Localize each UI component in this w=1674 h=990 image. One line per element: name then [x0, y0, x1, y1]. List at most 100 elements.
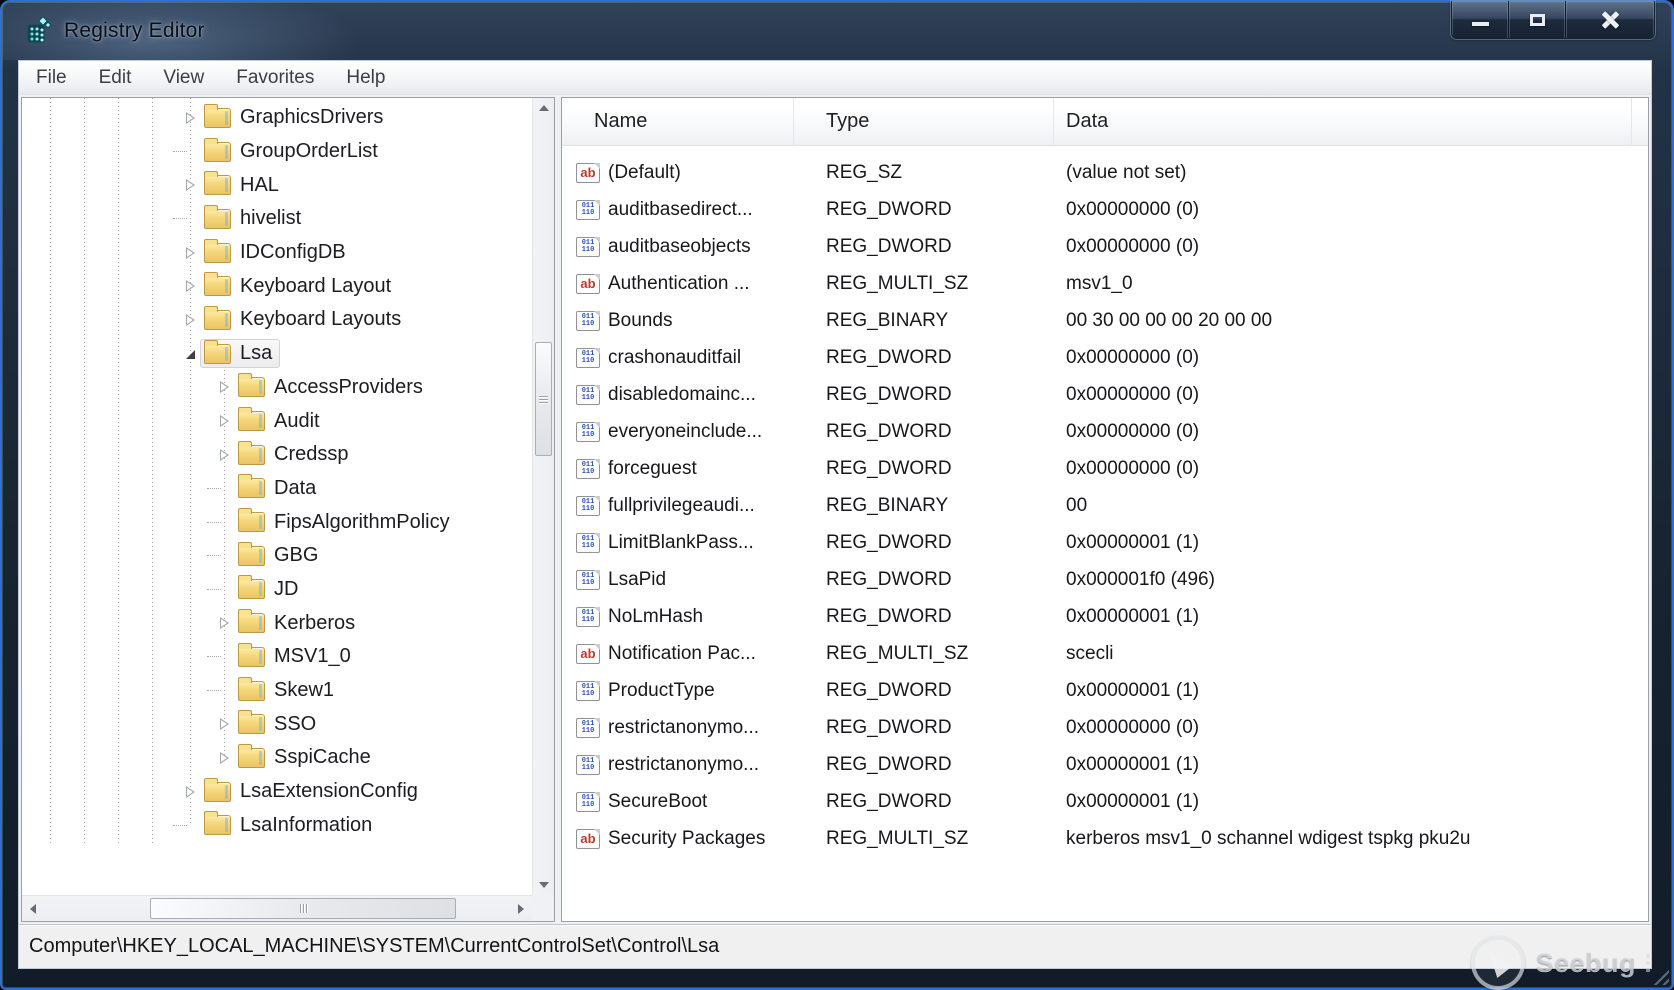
horizontal-scroll-thumb[interactable]	[150, 898, 456, 919]
column-header-name[interactable]: Name	[562, 98, 794, 145]
tree-item-kerberos[interactable]: Kerberos	[22, 606, 532, 640]
tree-node[interactable]: LsaExtensionConfig	[200, 777, 426, 806]
tree-node[interactable]: IDConfigDB	[200, 238, 354, 267]
minimize-button[interactable]	[1452, 1, 1509, 38]
tree-item-accessproviders[interactable]: AccessProviders	[22, 371, 532, 405]
expand-arrow-icon[interactable]	[214, 606, 234, 640]
tree-horizontal-scrollbar[interactable]	[22, 895, 532, 921]
menu-item-file[interactable]: File	[27, 63, 76, 93]
scroll-up-arrow-icon[interactable]	[533, 98, 554, 118]
titlebar[interactable]: Registry Editor	[2, 1, 1672, 60]
tree-node[interactable]: Data	[234, 474, 324, 503]
tree-item-skew1[interactable]: Skew1	[22, 674, 532, 708]
tree-item-sspicache[interactable]: SspiCache	[22, 741, 532, 775]
tree-item-grouporderlist[interactable]: GroupOrderList	[22, 135, 532, 169]
value-row-restrictanonymo[interactable]: 011 110 restrictanonymo... REG_DWORD 0x00000…	[562, 746, 1648, 783]
menu-item-view[interactable]: View	[154, 63, 213, 93]
value-row-auditbaseobjects[interactable]: 011 110 auditbaseobjects REG_DWORD 0x0000000…	[562, 228, 1648, 265]
tree-item-gbg[interactable]: GBG	[22, 539, 532, 573]
tree-node[interactable]: FipsAlgorithmPolicy	[234, 508, 458, 537]
tree-node[interactable]: Audit	[234, 407, 328, 436]
value-row-secureboot[interactable]: 011 110 SecureBoot REG_DWORD 0x00000001 (1)	[562, 783, 1648, 820]
tree-node[interactable]: Kerberos	[234, 609, 363, 638]
expand-arrow-icon[interactable]	[214, 438, 234, 472]
menu-item-edit[interactable]: Edit	[90, 63, 141, 93]
value-row-disabledomainc[interactable]: 011 110 disabledomainc... REG_DWORD 0x000000…	[562, 376, 1648, 413]
value-row-restrictanonymo[interactable]: 011 110 restrictanonymo... REG_DWORD 0x00000…	[562, 709, 1648, 746]
tree-node[interactable]: Keyboard Layouts	[200, 305, 409, 334]
tree-item-idconfigdb[interactable]: IDConfigDB	[22, 236, 532, 270]
tree-item-graphicsdrivers[interactable]: GraphicsDrivers	[22, 101, 532, 135]
value-row-default[interactable]: ab (Default) REG_SZ (value not set)	[562, 154, 1648, 191]
expand-arrow-icon[interactable]	[180, 269, 200, 303]
value-row-everyoneinclude[interactable]: 011 110 everyoneinclude... REG_DWORD 0x00000…	[562, 413, 1648, 450]
expand-arrow-icon[interactable]	[214, 404, 234, 438]
tree-node[interactable]: GraphicsDrivers	[200, 103, 391, 132]
scroll-down-arrow-icon[interactable]	[533, 875, 554, 895]
value-row-auditbasedirect[interactable]: 011 110 auditbasedirect... REG_DWORD 0x00000…	[562, 191, 1648, 228]
tree-node[interactable]: MSV1_0	[234, 642, 359, 671]
vertical-scroll-thumb[interactable]	[535, 342, 552, 456]
value-row-bounds[interactable]: 011 110 Bounds REG_BINARY 00 30 00 00 00 20 …	[562, 302, 1648, 339]
value-name: Notification Pac...	[608, 642, 756, 664]
tree-item-jd[interactable]: JD	[22, 573, 532, 607]
tree-node[interactable]: hivelist	[200, 204, 309, 233]
tree-item-audit[interactable]: Audit	[22, 404, 532, 438]
value-row-notification-pac[interactable]: ab Notification Pac... REG_MULTI_SZ scecli	[562, 635, 1648, 672]
tree-item-data[interactable]: Data	[22, 472, 532, 506]
tree-item-fipsalgorithmpolicy[interactable]: FipsAlgorithmPolicy	[22, 505, 532, 539]
tree-node[interactable]: LsaInformation	[200, 811, 380, 840]
expand-arrow-icon[interactable]	[214, 371, 234, 405]
tree-item-credssp[interactable]: Credssp	[22, 438, 532, 472]
tree-item-keyboard-layouts[interactable]: Keyboard Layouts	[22, 303, 532, 337]
expand-arrow-icon[interactable]	[180, 303, 200, 337]
tree-node[interactable]: GBG	[234, 541, 326, 570]
menu-item-help[interactable]: Help	[337, 63, 394, 93]
value-data: 0x00000001 (1)	[1066, 605, 1200, 627]
expand-arrow-icon[interactable]	[180, 236, 200, 270]
tree-node[interactable]: SspiCache	[234, 743, 379, 772]
scroll-right-arrow-icon[interactable]	[510, 896, 532, 921]
expand-arrow-icon[interactable]	[180, 101, 200, 135]
value-row-fullprivilegeaudi[interactable]: 011 110 fullprivilegeaudi... REG_BINARY 00	[562, 487, 1648, 524]
tree-item-msv1-0[interactable]: MSV1_0	[22, 640, 532, 674]
expand-arrow-icon[interactable]	[180, 168, 200, 202]
value-row-crashonauditfail[interactable]: 011 110 crashonauditfail REG_DWORD 0x0000000…	[562, 339, 1648, 376]
tree-item-sso[interactable]: SSO	[22, 707, 532, 741]
tree-item-hivelist[interactable]: hivelist	[22, 202, 532, 236]
menu-item-favorites[interactable]: Favorites	[227, 63, 323, 93]
tree-node[interactable]: Lsa	[200, 339, 281, 369]
binary-value-icon: 011 110	[576, 606, 600, 627]
column-header-data[interactable]: Data	[1054, 98, 1632, 145]
expand-arrow-icon[interactable]	[214, 707, 234, 741]
tree-item-hal[interactable]: HAL	[22, 168, 532, 202]
tree-node[interactable]: Skew1	[234, 676, 342, 705]
tree-item-keyboard-layout[interactable]: Keyboard Layout	[22, 269, 532, 303]
tree-item-lsainformation[interactable]: LsaInformation	[22, 808, 532, 842]
tree-node[interactable]: JD	[234, 575, 306, 604]
value-row-forceguest[interactable]: 011 110 forceguest REG_DWORD 0x00000000 (0)	[562, 450, 1648, 487]
expand-arrow-icon[interactable]	[214, 741, 234, 775]
tree-item-lsa[interactable]: Lsa	[22, 337, 532, 371]
tree-node[interactable]: Credssp	[234, 440, 356, 469]
value-row-security-packages[interactable]: ab Security Packages REG_MULTI_SZ kerberos …	[562, 820, 1648, 857]
tree-node[interactable]: Keyboard Layout	[200, 272, 399, 301]
resize-grip[interactable]	[1653, 969, 1669, 985]
collapse-arrow-icon[interactable]	[180, 337, 200, 371]
scroll-left-arrow-icon[interactable]	[22, 896, 44, 921]
value-row-nolmhash[interactable]: 011 110 NoLmHash REG_DWORD 0x00000001 (1)	[562, 598, 1648, 635]
value-row-lsapid[interactable]: 011 110 LsaPid REG_DWORD 0x000001f0 (496)	[562, 561, 1648, 598]
value-row-producttype[interactable]: 011 110 ProductType REG_DWORD 0x00000001 (1)	[562, 672, 1648, 709]
value-row-limitblankpass[interactable]: 011 110 LimitBlankPass... REG_DWORD 0x000000…	[562, 524, 1648, 561]
tree-vertical-scrollbar[interactable]	[532, 98, 554, 895]
tree-item-lsaextensionconfig[interactable]: LsaExtensionConfig	[22, 775, 532, 809]
tree-node[interactable]: SSO	[234, 710, 324, 739]
maximize-button[interactable]	[1509, 1, 1566, 38]
column-header-type[interactable]: Type	[794, 98, 1054, 145]
close-button[interactable]	[1566, 1, 1654, 38]
expand-arrow-icon[interactable]	[180, 775, 200, 809]
tree-node[interactable]: HAL	[200, 171, 287, 200]
value-row-authentication[interactable]: ab Authentication ... REG_MULTI_SZ msv1_0	[562, 265, 1648, 302]
tree-node[interactable]: GroupOrderList	[200, 137, 386, 166]
tree-node[interactable]: AccessProviders	[234, 373, 431, 402]
